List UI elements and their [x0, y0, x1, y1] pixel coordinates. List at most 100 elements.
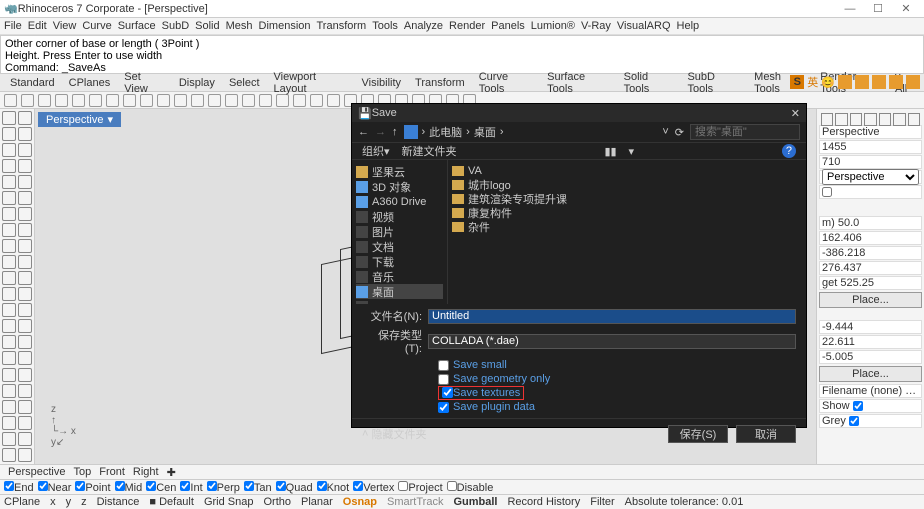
osnap-quad[interactable]: Quad [276, 481, 313, 494]
nav-forward-button[interactable]: → [375, 126, 386, 138]
minimize-button[interactable]: — [836, 3, 864, 15]
toolbar-icon[interactable] [889, 75, 903, 89]
place-button[interactable]: Place... [819, 366, 922, 382]
status-item[interactable]: Record History [507, 496, 580, 508]
file-item[interactable]: 城市logo [452, 178, 802, 192]
tab-solid-tools[interactable]: Solid Tools [624, 71, 674, 95]
side-tool-icon[interactable] [18, 432, 32, 446]
tab-select[interactable]: Select [229, 77, 260, 89]
save-option[interactable]: Save textures [438, 386, 796, 400]
side-tool-icon[interactable] [2, 384, 16, 398]
menu-mesh[interactable]: Mesh [226, 20, 253, 32]
status-item[interactable]: Distance [97, 496, 140, 508]
tool-icon[interactable] [259, 94, 272, 107]
side-tool-icon[interactable] [2, 351, 16, 365]
tool-icon[interactable] [4, 94, 17, 107]
side-tool-icon[interactable] [2, 400, 16, 414]
osnap-tan[interactable]: Tan [244, 481, 272, 494]
menu-analyze[interactable]: Analyze [404, 20, 443, 32]
tool-icon[interactable] [106, 94, 119, 107]
osnap-point[interactable]: Point [75, 481, 110, 494]
add-view-button[interactable]: ✚ [167, 466, 176, 479]
side-tool-icon[interactable] [18, 351, 32, 365]
tab-curve-tools[interactable]: Curve Tools [479, 71, 533, 95]
panel-tab-icon[interactable] [850, 113, 862, 126]
tree-item[interactable]: ... [356, 299, 443, 304]
status-item[interactable]: Filter [590, 496, 614, 508]
side-tool-icon[interactable] [18, 319, 32, 333]
view-tab-front[interactable]: Front [99, 466, 125, 478]
menu-lumion®[interactable]: Lumion® [531, 20, 575, 32]
save-button[interactable]: 保存(S) [668, 425, 728, 443]
view-dropdown-icon[interactable]: ▾ [629, 145, 635, 158]
menu-render[interactable]: Render [449, 20, 485, 32]
panel-tab-icon[interactable] [908, 113, 920, 126]
menu-dimension[interactable]: Dimension [259, 20, 311, 32]
tab-visibility[interactable]: Visibility [361, 77, 401, 89]
organize-menu[interactable]: 组织▾ [362, 143, 390, 159]
side-tool-icon[interactable] [18, 111, 32, 125]
status-item[interactable]: Grid Snap [204, 496, 254, 508]
view-tab-top[interactable]: Top [73, 466, 91, 478]
side-tool-icon[interactable] [2, 143, 16, 157]
menu-curve[interactable]: Curve [82, 20, 111, 32]
tab-cplanes[interactable]: CPlanes [69, 77, 111, 89]
nav-up-button[interactable]: ↑ [392, 126, 398, 138]
menu-solid[interactable]: Solid [195, 20, 219, 32]
tab-surface-tools[interactable]: Surface Tools [547, 71, 609, 95]
tool-icon[interactable] [310, 94, 323, 107]
osnap-perp[interactable]: Perp [207, 481, 240, 494]
side-tool-icon[interactable] [2, 303, 16, 317]
tool-icon[interactable] [242, 94, 255, 107]
status-item[interactable]: x [50, 496, 56, 508]
file-item[interactable]: VA [452, 164, 802, 178]
side-tool-icon[interactable] [2, 287, 16, 301]
status-item[interactable]: CPlane [4, 496, 40, 508]
search-input[interactable] [690, 124, 800, 140]
side-tool-icon[interactable] [2, 207, 16, 221]
tab-transform[interactable]: Transform [415, 77, 465, 89]
side-tool-icon[interactable] [2, 175, 16, 189]
side-tool-icon[interactable] [2, 111, 16, 125]
menu-panels[interactable]: Panels [491, 20, 525, 32]
side-tool-icon[interactable] [18, 335, 32, 349]
osnap-near[interactable]: Near [38, 481, 72, 494]
help-icon[interactable]: ? [782, 144, 796, 158]
side-tool-icon[interactable] [18, 368, 32, 382]
tool-icon[interactable] [55, 94, 68, 107]
osnap-int[interactable]: Int [180, 481, 202, 494]
dialog-close-button[interactable]: ✕ [791, 107, 800, 120]
tree-item[interactable]: 视频 [356, 209, 443, 224]
tool-icon[interactable] [293, 94, 306, 107]
save-option[interactable]: Save small [438, 358, 796, 372]
panel-tab-icon[interactable] [821, 113, 833, 126]
osnap-mid[interactable]: Mid [115, 481, 143, 494]
osnap-project[interactable]: Project [398, 481, 442, 494]
view-tab-right[interactable]: Right [133, 466, 159, 478]
tool-icon[interactable] [327, 94, 340, 107]
side-tool-icon[interactable] [2, 368, 16, 382]
side-tool-icon[interactable] [18, 159, 32, 173]
grey-check[interactable] [849, 416, 859, 426]
file-item[interactable]: 建筑渲染专项提升课 [452, 192, 802, 206]
tree-item[interactable]: A360 Drive [356, 194, 443, 209]
view-check[interactable] [822, 187, 832, 197]
panel-tab-icon[interactable] [893, 113, 905, 126]
side-tool-icon[interactable] [18, 287, 32, 301]
ime-icon[interactable]: 😊 [821, 76, 835, 89]
view-tab-perspective[interactable]: Perspective [8, 466, 65, 478]
tree-item[interactable]: 音乐 [356, 269, 443, 284]
tree-item[interactable]: 坚果云 [356, 164, 443, 179]
side-tool-icon[interactable] [18, 303, 32, 317]
tool-icon[interactable] [225, 94, 238, 107]
status-osnap[interactable]: Osnap [343, 496, 377, 508]
menu-surface[interactable]: Surface [118, 20, 156, 32]
side-tool-icon[interactable] [2, 448, 16, 462]
tab-viewport-layout[interactable]: Viewport Layout [274, 71, 348, 95]
hide-folders-button[interactable]: 隐藏文件夹 [372, 426, 427, 442]
menu-v-ray[interactable]: V-Ray [581, 20, 611, 32]
file-item[interactable]: 杂件 [452, 220, 802, 234]
menu-tools[interactable]: Tools [372, 20, 398, 32]
side-tool-icon[interactable] [18, 448, 32, 462]
viewport-tab[interactable]: Perspective [38, 112, 121, 127]
